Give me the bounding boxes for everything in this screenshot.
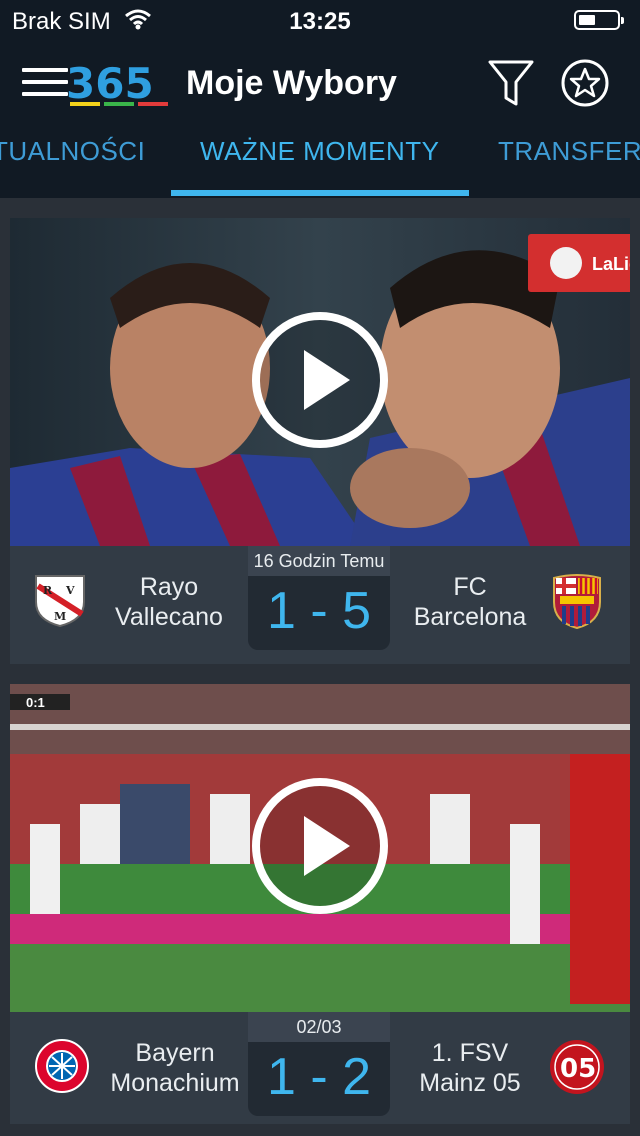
svg-text:R: R (43, 584, 53, 597)
match-score: 1 - 5 (266, 582, 372, 640)
match-time-label: 16 Godzin Temu (248, 546, 390, 576)
home-team-line1: Rayo (139, 573, 199, 601)
score-box: 02/03 1 - 2 (248, 1012, 390, 1116)
tab-transfery[interactable]: TRANSFER (498, 136, 640, 167)
battery-icon (574, 10, 624, 30)
away-team-line2: Mainz 05 (419, 1069, 521, 1097)
bet365-logo: 365 (66, 59, 168, 108)
svg-text:V: V (65, 584, 75, 597)
home-team-line1: Bayern (135, 1039, 215, 1067)
match-time-label: 02/03 (248, 1012, 390, 1042)
active-tab-indicator (171, 190, 469, 196)
filter-icon[interactable] (486, 58, 536, 108)
highlight-card[interactable]: 0:1 Bayern Monachium 02/03 1 - 2 1. FSV … (10, 684, 630, 1124)
score-box: 16 Godzin Temu 1 - 5 (248, 546, 390, 650)
away-team-line1: FC (453, 573, 487, 601)
svg-text:365: 365 (66, 59, 154, 108)
away-team-line2: Barcelona (413, 603, 527, 631)
clock: 13:25 (289, 8, 351, 35)
page-title: Moje Wybory (186, 64, 397, 102)
mainz-05-crest-icon: 05 (550, 1040, 604, 1094)
svg-text:M: M (54, 610, 66, 623)
home-team-line2: Monachium (110, 1069, 240, 1097)
match-score: 1 - 2 (266, 1048, 372, 1106)
tab-bar: TUALNOŚCI WAŻNE MOMENTY TRANSFER (0, 136, 640, 198)
status-bar: Brak SIM 13:25 (0, 0, 640, 40)
play-icon[interactable] (250, 310, 390, 450)
laliga-badge: LaLiga (592, 254, 630, 274)
favorites-star-icon[interactable] (560, 58, 610, 108)
away-team-line1: 1. FSV (431, 1039, 509, 1067)
rayo-vallecano-crest-icon: R V M (35, 575, 85, 628)
highlight-card[interactable]: LaLiga R V M Rayo Vallecano 16 Godzin Te… (10, 218, 630, 664)
fc-barcelona-crest-icon (553, 574, 601, 630)
tab-aktualnosci[interactable]: TUALNOŚCI (0, 136, 145, 167)
home-team-name: Rayo Vallecano (94, 572, 244, 632)
play-icon[interactable] (250, 776, 390, 916)
svg-text:05: 05 (560, 1054, 596, 1084)
away-team-name: FC Barcelona (395, 572, 545, 632)
home-team-name: Bayern Monachium (100, 1038, 250, 1098)
broadcast-score-overlay: 0:1 (26, 695, 45, 710)
match-info: Bayern Monachium 02/03 1 - 2 1. FSV Main… (10, 1012, 630, 1130)
match-info: R V M Rayo Vallecano 16 Godzin Temu 1 - … (10, 546, 630, 664)
away-team-name: 1. FSV Mainz 05 (395, 1038, 545, 1098)
menu-icon[interactable] (22, 68, 68, 102)
tab-wazne-momenty[interactable]: WAŻNE MOMENTY (200, 136, 440, 167)
app-header: 365 Moje Wybory TUALNOŚCI WAŻNE MOMENTY … (0, 40, 640, 198)
bayern-munich-crest-icon (35, 1039, 89, 1093)
home-team-line2: Vallecano (115, 603, 223, 631)
